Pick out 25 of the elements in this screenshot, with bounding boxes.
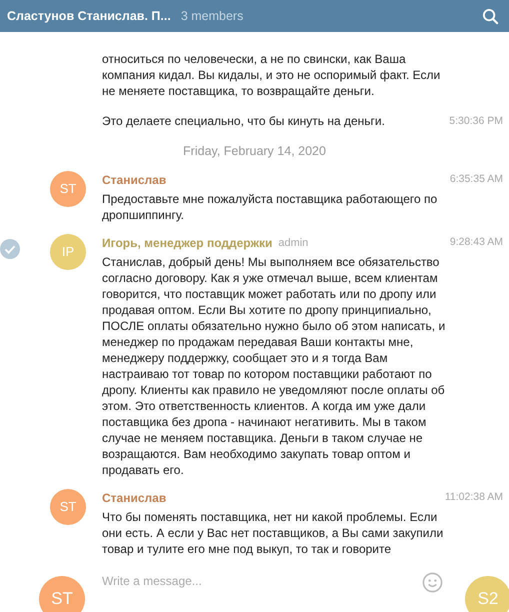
date-separator: Friday, February 14, 2020 xyxy=(183,143,326,160)
avatar: IP xyxy=(50,234,86,270)
search-icon[interactable] xyxy=(482,8,499,24)
message-text: Станислав, добрый день! Мы выполняем все обязательство согласно договору. Как я уже отмечал выше, всем клиентам говорится, что поставщик может работать или по дропу или продавая оптом. Если Вы хотите по дропу принципиально, ПОСЛЕ оплаты обязательно нужно было об этом написать, и менеджер по продажам передавая Ваши контакты мне, менеджеру поддержку, сообщает это и я тогда Вам настраиваю тот товар по котором поставщики работают по дропу. Клиенты как правило не уведомляют после оплаты об этом. Это ответственность клиентов. А когда им уже дали поставщика без дропа - начинают негативить. Мы в таком случае не меняем поставщика. Деньги в таком случае не возращаются. Вам необходимо закупать товар оптом и продавать его. xyxy=(102,254,446,478)
message-text: относиться по человечески, а не по свински, как Ваша компания кидал. Вы кидалы, и это не оспоримый факт. Если не меняете поставщика, то возвращайте деньги. xyxy=(102,51,442,100)
admin-label: admin xyxy=(278,236,308,251)
check-icon[interactable] xyxy=(0,239,20,259)
emoji-icon[interactable] xyxy=(422,572,443,593)
message-input[interactable]: Write a message... xyxy=(102,570,402,592)
message-time: 5:30:36 PM xyxy=(449,114,503,130)
avatar: ST xyxy=(50,171,86,207)
chat-title: Сластунов Станислав. П... xyxy=(7,8,171,25)
message-time: 6:35:35 AM xyxy=(450,172,503,188)
avatar: ST xyxy=(50,489,86,525)
avatar: S2 xyxy=(465,576,509,612)
avatar: ST xyxy=(39,576,85,612)
author-name[interactable]: Станислав xyxy=(102,171,166,189)
author-name[interactable]: Станислав xyxy=(102,489,166,507)
message-time: 9:28:43 AM xyxy=(450,235,503,250)
message-text: Что бы поменять поставщика, нет ни какой проблемы. Если они есть. А если у Вас нет поставщиков, а Вы сами закупили товар и тулите его мне под выкуп, то так и говорите xyxy=(102,509,444,557)
author-name[interactable]: Игорь, менеджер поддержки xyxy=(102,234,272,252)
message-text: Предоставьте мне пожалуйста поставщика работающего по дропшиппингу. xyxy=(102,191,438,223)
member-count: 3 members xyxy=(180,8,244,25)
message-text: Это делаете специально, что бы кинуть на деньги. xyxy=(102,113,386,130)
message-time: 11:02:38 AM xyxy=(444,490,503,506)
